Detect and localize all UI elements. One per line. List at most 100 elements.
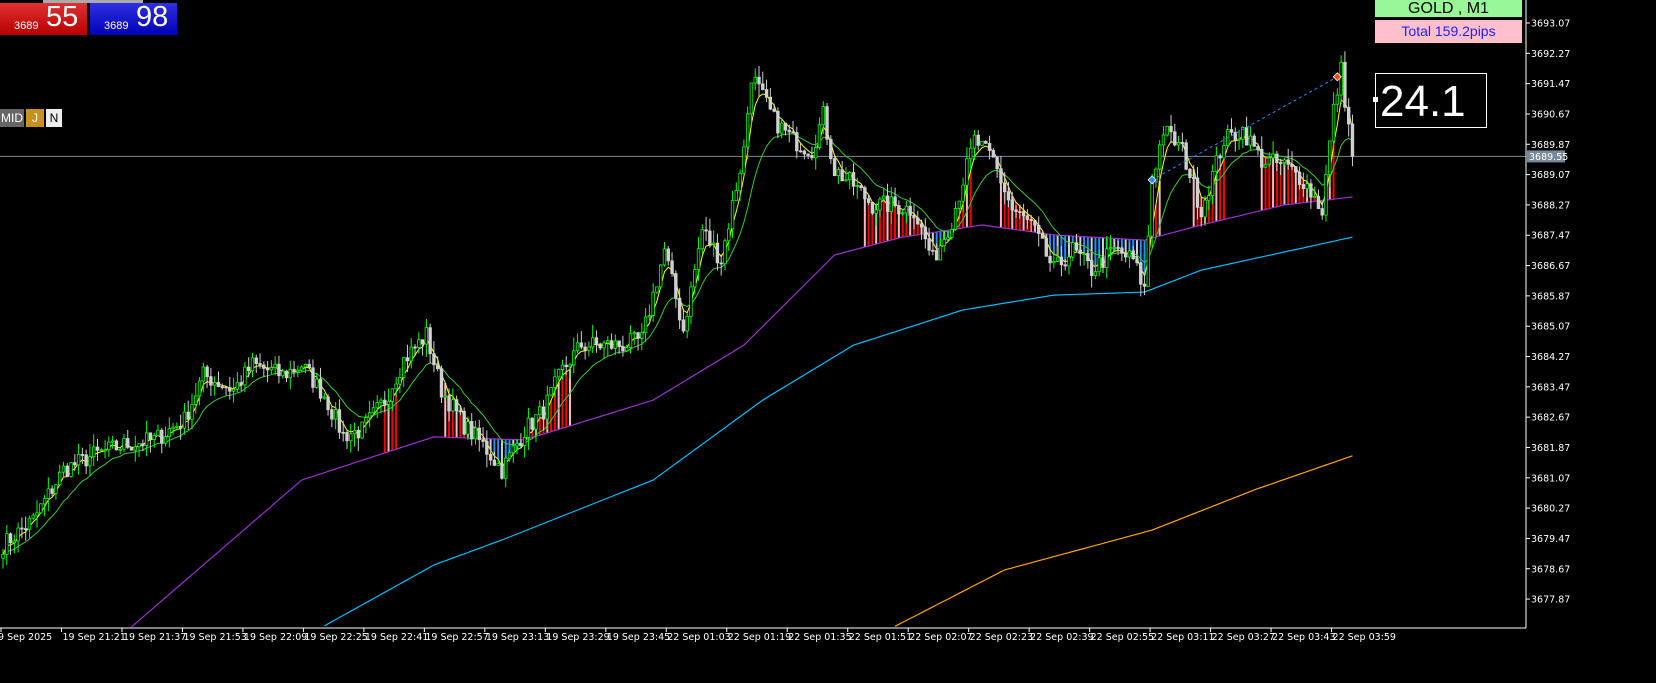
candle[interactable]: [859, 184, 863, 191]
candle[interactable]: [1165, 125, 1169, 137]
candle[interactable]: [76, 443, 81, 475]
candle[interactable]: [745, 106, 750, 160]
candle[interactable]: [1339, 55, 1343, 105]
candle[interactable]: [205, 364, 209, 388]
candle[interactable]: [662, 242, 667, 267]
candle[interactable]: [428, 323, 432, 364]
candle[interactable]: [753, 68, 757, 91]
candle[interactable]: [284, 369, 289, 383]
candle[interactable]: [727, 223, 731, 251]
candle[interactable]: [1233, 127, 1237, 152]
candle[interactable]: [50, 485, 54, 497]
candle[interactable]: [1176, 135, 1181, 151]
candle[interactable]: [171, 422, 175, 435]
candle[interactable]: [1067, 254, 1071, 275]
candle[interactable]: [1350, 114, 1355, 167]
candle[interactable]: [538, 400, 542, 419]
candle[interactable]: [674, 270, 678, 308]
candle[interactable]: [693, 264, 697, 295]
candle[interactable]: [110, 435, 115, 449]
candle[interactable]: [160, 427, 164, 454]
candle[interactable]: [228, 376, 232, 400]
candle[interactable]: [1154, 167, 1158, 188]
candle[interactable]: [613, 334, 618, 356]
candle[interactable]: [88, 443, 92, 477]
candle[interactable]: [991, 147, 996, 158]
candle[interactable]: [636, 332, 640, 351]
candle[interactable]: [1271, 141, 1275, 160]
candle[interactable]: [277, 355, 281, 384]
candle[interactable]: [832, 156, 837, 177]
candle[interactable]: [681, 308, 686, 334]
candle[interactable]: [292, 360, 296, 377]
candle[interactable]: [1222, 135, 1226, 161]
candle[interactable]: [80, 447, 85, 465]
candle[interactable]: [814, 134, 818, 170]
candle[interactable]: [968, 138, 973, 170]
candle[interactable]: [572, 337, 576, 374]
mid-button[interactable]: MID: [0, 109, 24, 127]
candle[interactable]: [299, 365, 304, 373]
candle[interactable]: [239, 375, 243, 392]
candle[interactable]: [1184, 139, 1188, 171]
candle[interactable]: [522, 426, 527, 458]
candle[interactable]: [296, 365, 300, 378]
candle[interactable]: [1346, 98, 1351, 137]
candle[interactable]: [250, 352, 255, 378]
candle[interactable]: [995, 156, 999, 178]
candle[interactable]: [231, 377, 236, 403]
candle[interactable]: [360, 421, 364, 440]
candle[interactable]: [1343, 51, 1347, 112]
candle[interactable]: [602, 340, 606, 360]
bid-price-box[interactable]: 3689 55: [0, 1, 87, 35]
candle[interactable]: [1226, 124, 1230, 148]
candle[interactable]: [817, 117, 822, 150]
candle[interactable]: [1309, 179, 1313, 209]
candle[interactable]: [462, 407, 466, 436]
candle[interactable]: [265, 361, 270, 383]
candle[interactable]: [163, 426, 168, 447]
candle[interactable]: [848, 171, 852, 190]
candle[interactable]: [148, 432, 153, 453]
candle[interactable]: [235, 371, 240, 393]
candle[interactable]: [1229, 118, 1234, 136]
candle[interactable]: [341, 420, 345, 442]
candle[interactable]: [590, 324, 595, 353]
candle[interactable]: [768, 87, 773, 111]
candle[interactable]: [107, 436, 111, 457]
candle[interactable]: [1052, 253, 1056, 269]
candle[interactable]: [69, 462, 73, 478]
candle[interactable]: [844, 167, 848, 182]
candle[interactable]: [182, 403, 187, 435]
candle[interactable]: [114, 439, 119, 451]
candle[interactable]: [1120, 246, 1124, 262]
candle[interactable]: [549, 387, 553, 397]
candle[interactable]: [738, 169, 742, 201]
candle[interactable]: [333, 401, 338, 430]
candle[interactable]: [1335, 88, 1340, 113]
candle[interactable]: [103, 440, 107, 459]
candle[interactable]: [708, 218, 712, 248]
candle[interactable]: [186, 400, 190, 431]
candle[interactable]: [670, 252, 674, 277]
candle[interactable]: [1044, 235, 1048, 257]
candle[interactable]: [220, 383, 224, 390]
candle[interactable]: [1146, 225, 1151, 288]
candle[interactable]: [783, 122, 788, 136]
candle[interactable]: [401, 357, 406, 387]
candle[interactable]: [1089, 260, 1094, 288]
candle[interactable]: [349, 424, 353, 453]
candle[interactable]: [318, 367, 323, 402]
candle[interactable]: [439, 365, 444, 404]
candle[interactable]: [330, 407, 334, 428]
candle[interactable]: [530, 417, 534, 432]
candle[interactable]: [1188, 167, 1192, 184]
candle[interactable]: [504, 454, 508, 488]
candle[interactable]: [1316, 189, 1321, 210]
candle[interactable]: [689, 281, 693, 325]
candle[interactable]: [666, 245, 670, 266]
candle[interactable]: [470, 413, 474, 446]
candle[interactable]: [1071, 241, 1075, 261]
candle[interactable]: [311, 359, 315, 393]
candle[interactable]: [651, 283, 655, 322]
